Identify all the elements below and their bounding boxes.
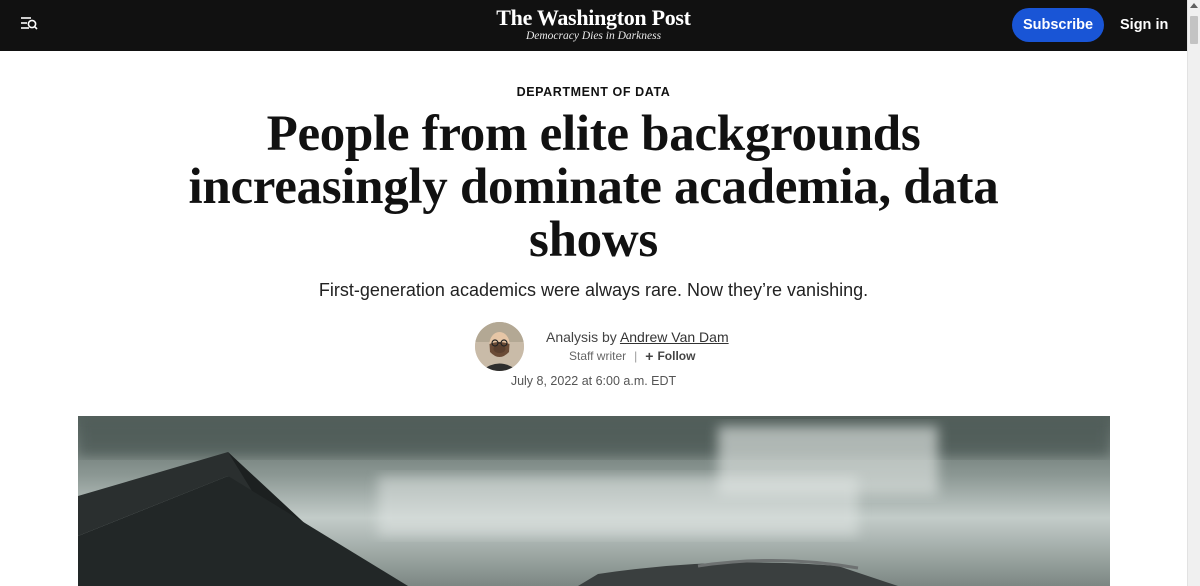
plus-icon: + <box>645 348 654 364</box>
menu-search-icon <box>20 15 38 36</box>
page-scrollbar[interactable] <box>1187 0 1200 586</box>
author-avatar[interactable] <box>475 322 524 371</box>
byline: Analysis by Andrew Van Dam <box>546 329 729 345</box>
divider: | <box>634 349 638 363</box>
subscribe-button[interactable]: Subscribe <box>1012 8 1104 42</box>
article-headline: People from elite backgrounds increasing… <box>188 106 999 268</box>
publish-date: July 8, 2022 at 6:00 a.m. EDT <box>510 374 677 388</box>
author-role-row: Staff writer | + Follow <box>569 348 695 364</box>
site-tagline: Democracy Dies in Darkness <box>525 30 662 42</box>
menu-search-button[interactable] <box>18 14 40 36</box>
site-header: The Washington Post Democracy Dies in Da… <box>0 0 1187 51</box>
byline-prefix: Analysis by <box>546 329 617 345</box>
follow-label: Follow <box>657 349 696 363</box>
site-logo[interactable]: The Washington Post <box>496 6 691 30</box>
author-link[interactable]: Andrew Van Dam <box>620 329 729 345</box>
brand: The Washington Post Democracy Dies in Da… <box>0 6 1187 43</box>
hero-image <box>78 416 1110 586</box>
follow-author-button[interactable]: + Follow <box>645 348 695 364</box>
sign-in-link[interactable]: Sign in <box>1120 8 1168 42</box>
scroll-up-arrow-icon[interactable] <box>1190 3 1198 8</box>
author-role: Staff writer <box>569 349 627 363</box>
scroll-thumb[interactable] <box>1190 16 1198 44</box>
section-kicker[interactable]: DEPARTMENT OF DATA <box>0 85 1187 99</box>
article-dek: First-generation academics were always r… <box>318 280 869 300</box>
